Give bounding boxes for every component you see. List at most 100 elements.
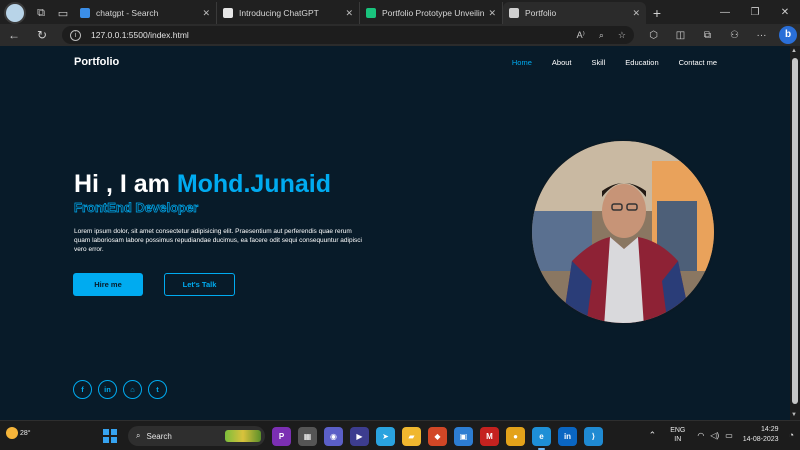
browser-toolbar: ⬡ ◫ ⧉ ⚇ ···: [640, 30, 775, 41]
taskbar-apps: P ▦ ◉ ▶ ➤ ▰ ◆ ▣ M ● e in ⟩: [272, 427, 610, 450]
hero-greeting: Hi , I am: [74, 170, 177, 198]
taskbar: 28° ⌕ Search P ▦ ◉ ▶ ➤ ▰ ◆ ▣ M ● e in ⟩ ⌃ ENG IN ◠ ◁…: [0, 420, 800, 450]
nav-link-skill[interactable]: Skill: [592, 58, 606, 67]
refresh-button[interactable]: ↻: [28, 28, 56, 42]
back-button[interactable]: ←: [0, 28, 28, 42]
hire-me-button[interactable]: Hire me: [73, 273, 143, 296]
site-navigation: Home About Skill Education Contact me: [492, 58, 717, 67]
tab-close-icon[interactable]: ✕: [345, 8, 353, 19]
github-icon[interactable]: ⌂: [123, 380, 142, 399]
performance-icon[interactable]: ⚇: [721, 30, 748, 41]
clock-time: 14:29: [761, 426, 779, 433]
tab-title: Portfolio Prototype Unveiling 🚀: [382, 7, 485, 18]
extensions-icon[interactable]: ⬡: [640, 30, 667, 41]
clock[interactable]: 14:29 14-08-2023: [743, 425, 779, 445]
tab-favicon-icon: [80, 8, 90, 18]
volume-icon[interactable]: ◁): [710, 431, 719, 440]
tab-close-icon[interactable]: ✕: [202, 8, 210, 19]
meet-icon[interactable]: ◉: [324, 427, 343, 446]
browser-tab[interactable]: Portfolio ✕: [503, 2, 646, 24]
weather-temp: 28°: [19, 429, 31, 437]
site-logo[interactable]: Portfolio: [74, 56, 119, 68]
scrollbar-thumb[interactable]: [792, 58, 798, 404]
workspaces-icon[interactable]: ⧉: [30, 2, 52, 24]
tab-title: Introducing ChatGPT: [239, 8, 319, 18]
linkedin-app-icon[interactable]: in: [558, 427, 577, 446]
search-highlight-image: [225, 430, 261, 442]
more-menu-icon[interactable]: ···: [748, 30, 775, 41]
store-icon[interactable]: ▣: [454, 427, 473, 446]
tab-close-icon[interactable]: ✕: [488, 8, 496, 19]
scroll-down-icon[interactable]: ▼: [791, 412, 797, 418]
page-viewport: Portfolio Home About Skill Education Contact…: [0, 46, 800, 420]
language-code: ENG: [670, 427, 686, 434]
favorite-star-icon[interactable]: ☆: [618, 30, 626, 41]
window-controls: — ❐ ✕: [710, 0, 800, 24]
page-scrollbar[interactable]: ▲ ▼: [790, 46, 800, 420]
wifi-icon[interactable]: ◠: [697, 431, 704, 440]
profile-photo-illustration: [532, 141, 714, 323]
weather-widget[interactable]: 28°: [6, 427, 31, 439]
zoom-icon[interactable]: ⌕: [599, 30, 604, 41]
facebook-icon[interactable]: f: [73, 380, 92, 399]
tray-overflow-icon[interactable]: ⌃: [649, 430, 657, 441]
tab-title: chatgpt - Search: [96, 8, 159, 18]
profile-photo: [530, 139, 716, 325]
hero-name: Mohd.Junaid: [176, 170, 331, 198]
hero-role: FrontEnd Developer: [74, 200, 199, 216]
profile-avatar[interactable]: [4, 2, 26, 24]
tab-favicon-icon: [366, 8, 376, 18]
telegram-icon[interactable]: ➤: [376, 427, 395, 446]
read-aloud-icon[interactable]: A⁾: [577, 30, 585, 41]
language-indicator[interactable]: ENG IN: [670, 426, 685, 444]
browser-tab[interactable]: Introducing ChatGPT ✕: [217, 2, 360, 24]
address-bar[interactable]: i 127.0.0.1:5500/index.html A⁾ ⌕ ☆: [62, 26, 634, 44]
vscode-icon[interactable]: ⟩: [584, 427, 603, 446]
battery-icon[interactable]: ▭: [725, 431, 733, 440]
tab-list: chatgpt - Search ✕ Introducing ChatGPT ✕ Por…: [74, 2, 646, 24]
linkedin-icon[interactable]: in: [98, 380, 117, 399]
region-code: IN: [674, 436, 682, 443]
social-links: f in ⌂ t: [73, 380, 167, 399]
nav-link-about[interactable]: About: [552, 58, 572, 67]
close-window-button[interactable]: ✕: [770, 0, 800, 24]
scroll-up-icon[interactable]: ▲: [791, 48, 797, 54]
folder-icon[interactable]: ▰: [402, 427, 421, 446]
edge-icon[interactable]: e: [532, 427, 551, 450]
hero-paragraph: Lorem ipsum dolor, sit amet consectetur …: [74, 228, 362, 253]
tab-favicon-icon: [223, 8, 233, 18]
search-icon: ⌕: [136, 431, 141, 440]
browser-tab[interactable]: Portfolio Prototype Unveiling 🚀✕: [360, 2, 503, 24]
new-tab-button[interactable]: +: [646, 2, 668, 24]
copilot-icon[interactable]: b: [779, 26, 797, 44]
notifications-icon[interactable]: ◔: [789, 430, 794, 440]
hero-heading: Hi , I am Mohd.Junaid: [74, 170, 331, 199]
nav-link-home[interactable]: Home: [512, 58, 532, 67]
split-screen-icon[interactable]: ◫: [667, 30, 694, 41]
lets-talk-button[interactable]: Let's Talk: [164, 273, 235, 296]
twitter-icon[interactable]: t: [148, 380, 167, 399]
tab-favicon-icon: [509, 8, 519, 18]
media-icon[interactable]: ▶: [350, 427, 369, 446]
nav-link-education[interactable]: Education: [625, 58, 658, 67]
tab-title: Portfolio: [525, 8, 557, 18]
site-info-icon[interactable]: i: [70, 29, 81, 41]
browser-tab[interactable]: chatgpt - Search ✕: [74, 2, 217, 24]
search-placeholder: Search: [146, 431, 172, 441]
weather-icon: [6, 427, 18, 439]
tab-close-icon[interactable]: ✕: [632, 8, 640, 19]
address-bar-row: ← ↻ i 127.0.0.1:5500/index.html A⁾ ⌕ ☆ ⬡…: [0, 24, 800, 46]
start-button[interactable]: [103, 429, 117, 443]
taskbar-search[interactable]: ⌕ Search: [128, 426, 265, 446]
collections-icon[interactable]: ⧉: [694, 30, 721, 41]
url-text[interactable]: 127.0.0.1:5500/index.html: [91, 30, 563, 40]
nav-link-contact-me[interactable]: Contact me: [679, 58, 717, 67]
office-icon[interactable]: ◆: [428, 427, 447, 446]
gmail-icon[interactable]: M: [480, 427, 499, 446]
maximize-button[interactable]: ❐: [740, 0, 770, 24]
file-explorer-icon[interactable]: ▦: [298, 427, 317, 446]
widgets-icon[interactable]: P: [272, 427, 291, 446]
chrome-icon[interactable]: ●: [506, 427, 525, 446]
tab-actions-icon[interactable]: ▭: [52, 2, 74, 24]
minimize-button[interactable]: —: [710, 0, 740, 24]
